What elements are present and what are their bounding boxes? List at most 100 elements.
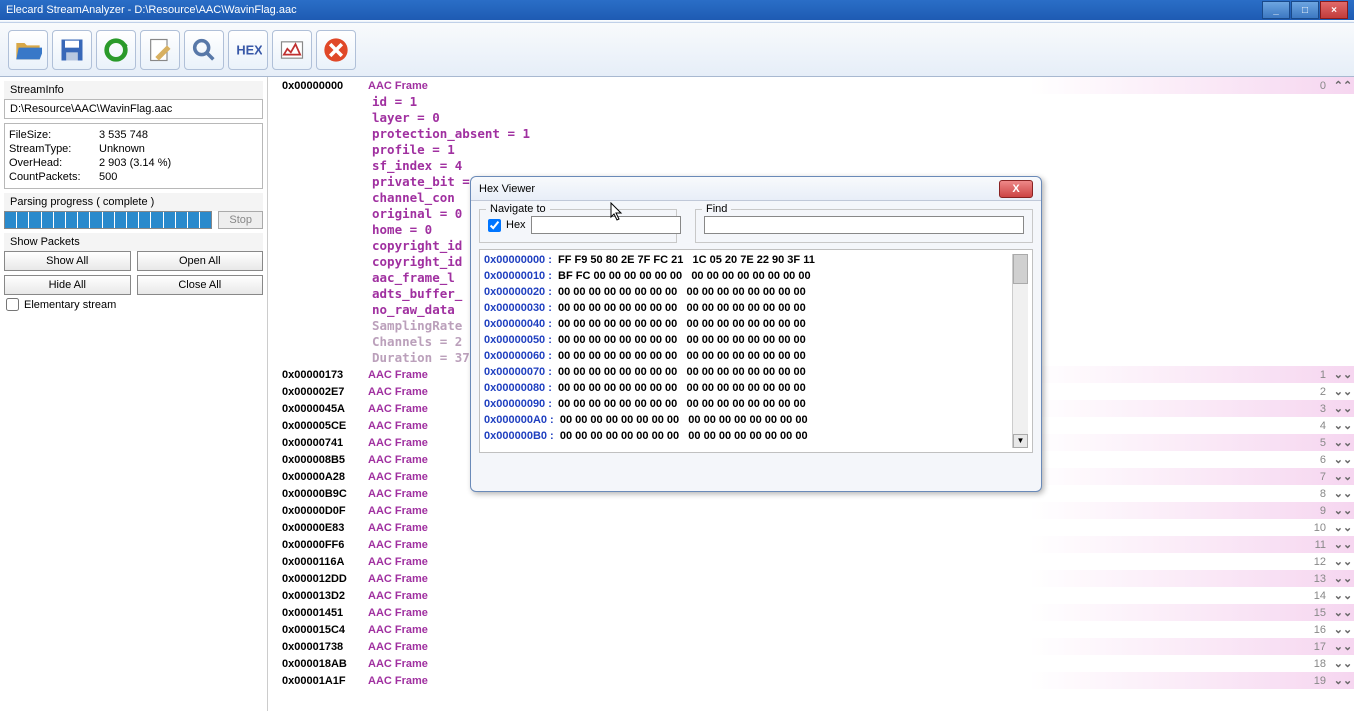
frame-offset: 0x00000E83 [272,522,368,534]
edit-button[interactable] [140,30,180,70]
hex-viewer-titlebar[interactable]: Hex Viewer X [471,177,1041,201]
frame-row[interactable]: 0x00000D0FAAC Frame9⌄⌄ [272,502,1354,519]
expand-icon[interactable]: ⌄⌄ [1332,504,1354,517]
expand-icon[interactable]: ⌄⌄ [1332,538,1354,551]
frame-type: AAC Frame [368,403,428,415]
streaminfo-label: StreamType: [9,143,99,155]
hex-viewer-title: Hex Viewer [479,183,999,195]
expand-icon[interactable]: ⌄⌄ [1332,657,1354,670]
show-all-button[interactable]: Show All [4,251,131,271]
expand-icon[interactable]: ⌄⌄ [1332,606,1354,619]
frame-index: 10 [1262,522,1332,534]
frame-type: AAC Frame [368,471,428,483]
frame-offset: 0x00000A28 [272,471,368,483]
reload-button[interactable] [96,30,136,70]
hex-line: 0x00000070 : 00 00 00 00 00 00 00 00 00 … [484,366,1012,382]
showpackets-title: Show Packets [4,233,263,251]
parsing-progressbar [4,211,212,229]
streaminfo-box: FileSize:3 535 748StreamType:UnknownOver… [4,123,263,189]
expand-icon[interactable]: ⌄⌄ [1332,402,1354,415]
find-fieldset: Find [695,209,1033,243]
frame-row[interactable]: 0x00001738AAC Frame17⌄⌄ [272,638,1354,655]
frame-detail: layer = 0 [272,110,1354,126]
frame-row[interactable]: 0x0000116AAAC Frame12⌄⌄ [272,553,1354,570]
frame-offset: 0x0000045A [272,403,368,415]
parsing-label: Parsing progress ( complete ) [4,193,263,211]
frame-type: AAC Frame [368,386,428,398]
save-button[interactable] [52,30,92,70]
frame-index: 4 [1262,420,1332,432]
expand-icon[interactable]: ⌄⌄ [1332,419,1354,432]
frame-offset: 0x00001738 [272,641,368,653]
frame-type: AAC Frame [368,607,428,619]
expand-icon[interactable]: ⌄⌄ [1332,453,1354,466]
window-close-button[interactable]: × [1320,1,1348,19]
stop-button: Stop [218,211,263,229]
expand-icon[interactable]: ⌄⌄ [1332,521,1354,534]
open-all-button[interactable]: Open All [137,251,264,271]
hex-address: 0x00000090 : [484,398,552,410]
report-button[interactable] [272,30,312,70]
frame-index: 6 [1262,454,1332,466]
frame-type: AAC Frame [368,522,428,534]
scrollbar-down-arrow[interactable]: ▼ [1013,434,1028,448]
hex-viewer-dialog[interactable]: Hex Viewer X Navigate to Hex Find 0x0000… [470,176,1042,492]
close-all-button[interactable]: Close All [137,275,264,295]
frame-row[interactable]: 0x00000FF6AAC Frame11⌄⌄ [272,536,1354,553]
hex-address: 0x00000060 : [484,350,552,362]
expand-icon[interactable]: ⌄⌄ [1332,589,1354,602]
frame-index: 11 [1262,539,1332,551]
hex-scrollbar[interactable]: ▼ [1012,254,1028,448]
expand-icon[interactable]: ⌄⌄ [1332,385,1354,398]
frame-row[interactable]: 0x000018ABAAC Frame18⌄⌄ [272,655,1354,672]
expand-icon[interactable]: ⌄⌄ [1332,487,1354,500]
navigate-label: Navigate to [486,203,550,215]
window-minimize-button[interactable]: _ [1262,1,1290,19]
frame-offset: 0x000013D2 [272,590,368,602]
frame-row[interactable]: 0x00001A1FAAC Frame19⌄⌄ [272,672,1354,689]
hex-viewer-close-button[interactable]: X [999,180,1033,198]
frame-row[interactable]: 0x000012DD AAC Frame13⌄⌄ [272,570,1354,587]
expand-icon[interactable]: ⌄⌄ [1332,623,1354,636]
frame-row[interactable]: 0x00000E83AAC Frame 10⌄⌄ [272,519,1354,536]
streaminfo-path[interactable]: D:\Resource\AAC\WavinFlag.aac [4,99,263,119]
streaminfo-label: FileSize: [9,129,99,141]
frame-row[interactable]: 0x000013D2AAC Frame14⌄⌄ [272,587,1354,604]
hide-all-button[interactable]: Hide All [4,275,131,295]
frame-type: AAC Frame [368,658,428,670]
hex-dump[interactable]: 0x00000000 : FF F9 50 80 2E 7F FC 21 1C … [479,249,1033,453]
frame-index: 5 [1262,437,1332,449]
frame-row[interactable]: 0x00001451AAC Frame15⌄⌄ [272,604,1354,621]
streaminfo-label: CountPackets: [9,171,99,183]
window-maximize-button[interactable]: □ [1291,1,1319,19]
frame-type: AAC Frame [368,556,428,568]
close-file-button[interactable] [316,30,356,70]
elementary-stream-checkbox[interactable] [6,298,19,311]
expand-icon[interactable]: ⌄⌄ [1332,555,1354,568]
hex-button[interactable]: HEX [228,30,268,70]
expand-icon[interactable]: ⌄⌄ [1332,674,1354,687]
frame-row[interactable]: 0x00000000 AAC Frame 0 ⌃⌃ [272,77,1354,94]
expand-icon[interactable]: ⌄⌄ [1332,368,1354,381]
expand-icon[interactable]: ⌄⌄ [1332,640,1354,653]
expand-icon[interactable]: ⌄⌄ [1332,572,1354,585]
frame-offset: 0x00000000 [272,80,368,92]
hex-checkbox[interactable] [488,219,501,232]
hex-line: 0x000000B0 : 00 00 00 00 00 00 00 00 00 … [484,430,1012,446]
find-input[interactable] [704,216,1024,234]
frame-detail: id = 1 [272,94,1354,110]
frame-row[interactable]: 0x000015C4AAC Frame16⌄⌄ [272,621,1354,638]
frame-index: 3 [1262,403,1332,415]
scrollbar-thumb[interactable] [1013,254,1028,284]
navigate-input[interactable] [531,216,681,234]
hex-line: 0x00000030 : 00 00 00 00 00 00 00 00 00 … [484,302,1012,318]
collapse-icon[interactable]: ⌃⌃ [1332,79,1354,92]
expand-icon[interactable]: ⌄⌄ [1332,470,1354,483]
hex-address: 0x000000A0 : [484,414,554,426]
frame-offset: 0x0000116A [272,556,368,568]
search-button[interactable] [184,30,224,70]
expand-icon[interactable]: ⌄⌄ [1332,436,1354,449]
hex-address: 0x00000080 : [484,382,552,394]
open-file-button[interactable] [8,30,48,70]
frame-index: 18 [1262,658,1332,670]
